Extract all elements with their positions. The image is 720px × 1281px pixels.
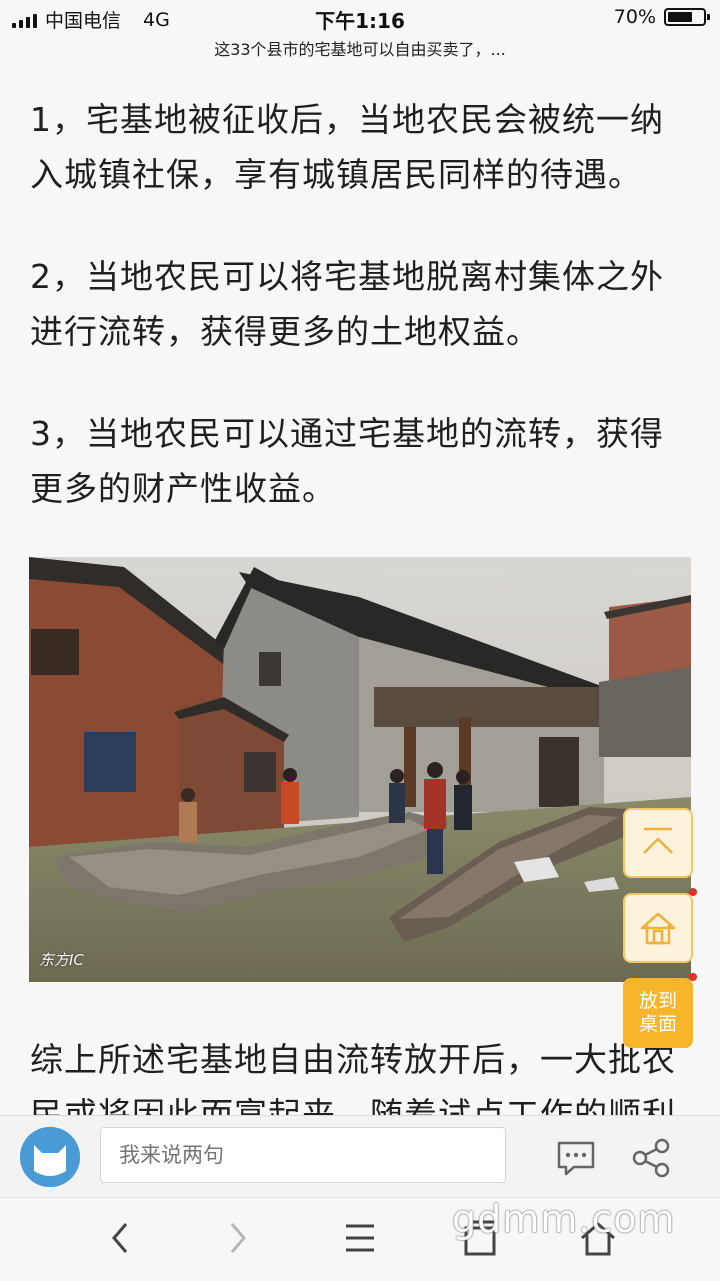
menu-icon: [346, 1224, 374, 1252]
share-icon: [632, 1138, 670, 1178]
back-to-top-icon: [643, 827, 673, 854]
article-paragraph-1: 1，宅基地被征收后，当地农民会被统一纳入城镇社保，享有城镇居民同样的待遇。: [30, 100, 664, 194]
add-to-desktop-button[interactable]: 放到 桌面: [623, 978, 693, 1048]
comment-bubble-icon: [557, 1141, 595, 1176]
comment-input[interactable]: [100, 1127, 506, 1183]
add-to-desktop-label-2: 桌面: [638, 1013, 677, 1035]
avatar-icon: [20, 1127, 80, 1187]
chevron-right-icon: [230, 1223, 246, 1253]
status-bar: 中国电信 4G 下午1:16 70%: [0, 0, 720, 36]
article-photo[interactable]: 东方IC: [29, 557, 691, 982]
back-to-top-button[interactable]: [623, 808, 693, 878]
article-paragraph-3: 3，当地农民可以通过宅基地的流转，获得更多的财产性收益。: [30, 414, 664, 508]
home-float-button[interactable]: [623, 893, 693, 963]
article-paragraph-2: 2，当地农民可以将宅基地脱离村集体之外进行流转，获得更多的土地权益。: [30, 257, 664, 351]
add-to-desktop-label-1: 放到: [638, 990, 677, 1012]
battery-icon: [664, 8, 710, 26]
village-houses-photo: [29, 557, 691, 982]
user-avatar[interactable]: [20, 1127, 80, 1187]
share-button[interactable]: [630, 1136, 674, 1180]
photo-watermark: 东方IC: [39, 951, 84, 969]
battery-fill: [668, 12, 692, 22]
home-icon: [640, 912, 676, 945]
battery-percent: 70%: [613, 6, 656, 28]
site-watermark: gdmm.com: [452, 1197, 676, 1241]
comment-bar: [0, 1115, 720, 1198]
comment-button[interactable]: [554, 1136, 598, 1180]
page-subtitle: 这33个县市的宅基地可以自由买卖了，...: [214, 40, 506, 59]
forward-button[interactable]: [216, 1216, 260, 1260]
article-body: 1，宅基地被征收后，当地农民会被统一纳入城镇社保，享有城镇居民同样的待遇。 2，…: [30, 92, 692, 563]
back-button[interactable]: [98, 1216, 142, 1260]
menu-button[interactable]: [338, 1216, 382, 1260]
status-time: 下午1:16: [315, 9, 405, 33]
status-right: 70%: [613, 6, 710, 28]
chevron-left-icon: [112, 1223, 128, 1253]
